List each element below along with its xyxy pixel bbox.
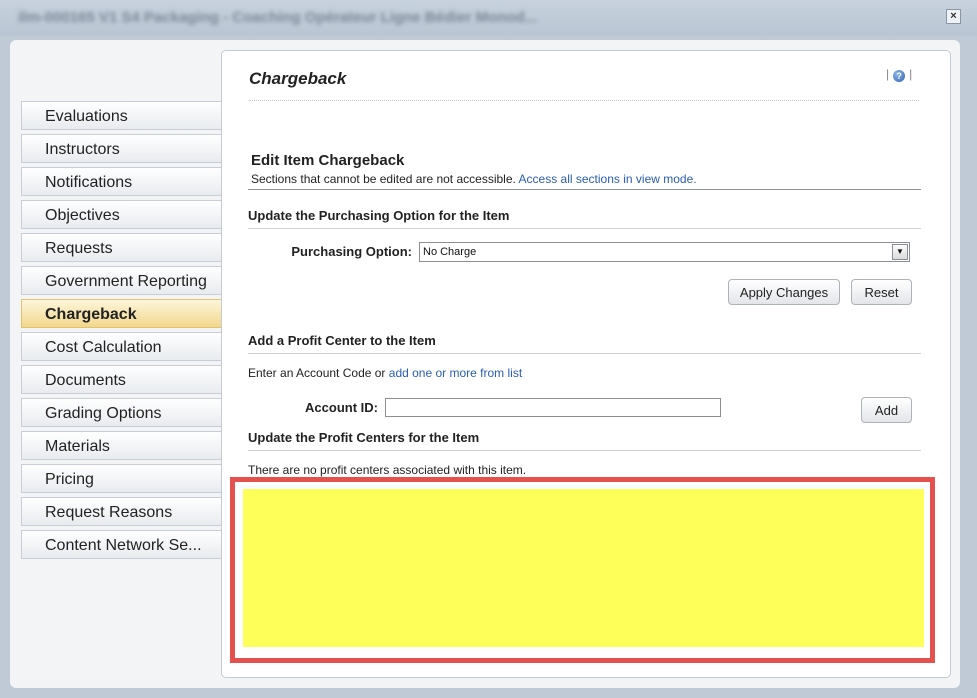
window-title: ilm-000165 V1 S4 Packaging - Coaching Op… bbox=[18, 9, 538, 26]
sidebar-item-materials[interactable]: Materials bbox=[21, 431, 221, 460]
purchasing-section-heading: Update the Purchasing Option for the Ite… bbox=[248, 189, 921, 229]
reset-button[interactable]: Reset bbox=[851, 279, 912, 305]
purchasing-option-value: No Charge bbox=[423, 246, 477, 258]
sidebar-item-cost-calculation[interactable]: Cost Calculation bbox=[21, 332, 221, 361]
profit-center-heading: Add a Profit Center to the Item bbox=[248, 333, 921, 354]
sidebar-item-documents[interactable]: Documents bbox=[21, 365, 221, 394]
edit-note-text: Sections that cannot be edited are not a… bbox=[251, 172, 516, 186]
no-profit-centers-message: There are no profit centers associated w… bbox=[248, 463, 527, 477]
edit-heading: Edit Item Chargeback bbox=[251, 152, 405, 169]
edit-note: Sections that cannot be edited are not a… bbox=[251, 172, 697, 186]
add-button[interactable]: Add bbox=[861, 397, 912, 423]
account-id-label: Account ID: bbox=[305, 400, 378, 415]
purchasing-option-select[interactable]: No Charge ▼ bbox=[419, 242, 910, 262]
dropdown-arrow-icon[interactable]: ▼ bbox=[892, 244, 908, 260]
add-from-list-link[interactable]: add one or more from list bbox=[389, 366, 522, 380]
apply-changes-button[interactable]: Apply Changes bbox=[728, 279, 840, 305]
title-divider bbox=[249, 100, 919, 101]
help-separator-right: | bbox=[909, 67, 913, 81]
sidebar-item-evaluations[interactable]: Evaluations bbox=[21, 101, 221, 130]
page-title: Chargeback bbox=[249, 69, 347, 88]
annotation-highlight-frame bbox=[230, 477, 935, 663]
sidebar-item-requests[interactable]: Requests bbox=[21, 233, 221, 262]
sidebar-item-instructors[interactable]: Instructors bbox=[21, 134, 221, 163]
sidebar-item-objectives[interactable]: Objectives bbox=[21, 200, 221, 229]
purchasing-option-label: Purchasing Option: bbox=[291, 244, 412, 259]
sidebar-item-chargeback[interactable]: Chargeback bbox=[21, 299, 235, 329]
account-code-prompt-text: Enter an Account Code or bbox=[248, 366, 386, 380]
sidebar-item-pricing[interactable]: Pricing bbox=[21, 464, 221, 493]
sidebar-item-government-reporting[interactable]: Government Reporting bbox=[21, 266, 221, 295]
sidebar-item-grading-options[interactable]: Grading Options bbox=[21, 398, 221, 427]
window-titlebar: ilm-000165 V1 S4 Packaging - Coaching Op… bbox=[0, 0, 977, 36]
sidebar: Evaluations Instructors Notifications Ob… bbox=[21, 101, 235, 563]
sidebar-item-content-network[interactable]: Content Network Se... bbox=[21, 530, 221, 559]
update-profit-centers-heading: Update the Profit Centers for the Item bbox=[248, 430, 921, 451]
sidebar-item-request-reasons[interactable]: Request Reasons bbox=[21, 497, 221, 526]
help-separator-left: | bbox=[886, 67, 890, 81]
help-icon[interactable]: ? bbox=[893, 70, 906, 82]
view-mode-link[interactable]: Access all sections in view mode. bbox=[519, 172, 697, 186]
close-icon[interactable]: × bbox=[946, 9, 961, 24]
sidebar-item-notifications[interactable]: Notifications bbox=[21, 167, 221, 196]
account-code-prompt: Enter an Account Code or add one or more… bbox=[248, 366, 522, 380]
help-group: |? | bbox=[886, 67, 912, 82]
highlighted-region bbox=[243, 489, 924, 647]
account-id-input[interactable] bbox=[385, 398, 721, 417]
